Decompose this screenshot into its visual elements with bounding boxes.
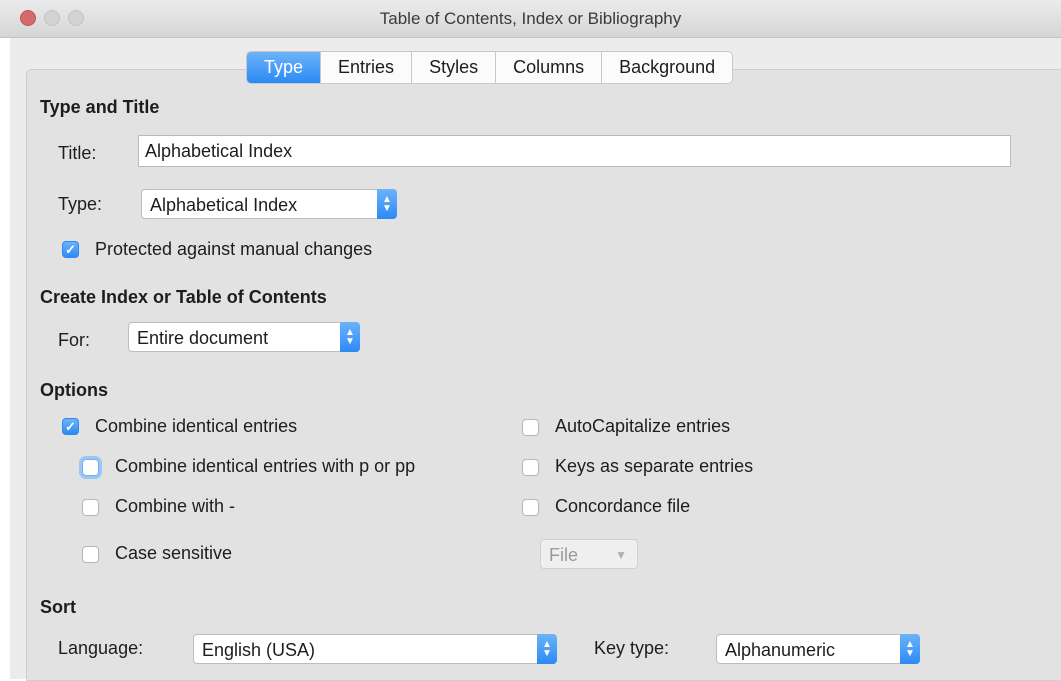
combine-with-label: Combine with - — [115, 496, 236, 516]
title-bar[interactable]: Table of Contents, Index or Bibliography — [0, 0, 1061, 38]
language-select[interactable]: English (USA) ▲ ▼ — [193, 634, 557, 664]
chevron-updown-icon: ▲ ▼ — [340, 322, 360, 352]
protected-checkbox[interactable]: ✓ — [62, 241, 79, 258]
sort-heading: Sort — [40, 597, 76, 617]
keys-separate-checkbox[interactable] — [522, 459, 539, 476]
dialog-window: Table of Contents, Index or Bibliography… — [0, 0, 1061, 681]
type-select[interactable]: Alphabetical Index ▲ ▼ — [141, 189, 397, 219]
autocapitalize-checkbox[interactable] — [522, 419, 539, 436]
tab-background[interactable]: Background — [602, 52, 732, 83]
combine-identical-checkbox[interactable]: ✓ — [62, 418, 79, 435]
for-label: For: — [58, 330, 91, 350]
window-title: Table of Contents, Index or Bibliography — [379, 9, 682, 28]
concordance-label: Concordance file — [555, 496, 691, 516]
tab-styles[interactable]: Styles — [412, 52, 497, 83]
language-label: Language: — [58, 638, 144, 658]
case-sensitive-checkbox[interactable] — [82, 546, 99, 563]
autocapitalize-label: AutoCapitalize entries — [555, 416, 731, 436]
combine-p-pp-label: Combine identical entries with p or pp — [115, 456, 416, 476]
type-label: Type: — [58, 194, 103, 214]
title-input[interactable]: Alphabetical Index — [138, 135, 1011, 167]
key-type-select-value: Alphanumeric — [725, 640, 836, 660]
keys-separate-label: Keys as separate entries — [555, 456, 754, 476]
tab-bar: Type Entries Styles Columns Background — [246, 51, 734, 84]
tab-columns[interactable]: Columns — [496, 52, 603, 83]
chevron-updown-icon: ▲ ▼ — [900, 634, 920, 664]
concordance-checkbox[interactable] — [522, 499, 539, 516]
chevron-updown-icon: ▲ ▼ — [537, 634, 557, 664]
tab-entries[interactable]: Entries — [321, 52, 413, 83]
for-select[interactable]: Entire document ▲ ▼ — [128, 322, 360, 352]
combine-p-pp-checkbox[interactable] — [82, 459, 99, 476]
window-left-edge — [0, 38, 10, 679]
file-button[interactable]: File ▼ — [540, 539, 638, 569]
combine-with-checkbox[interactable] — [82, 499, 99, 516]
create-index-heading: Create Index or Table of Contents — [40, 287, 327, 307]
key-type-select[interactable]: Alphanumeric ▲ ▼ — [716, 634, 920, 664]
chevron-down-icon: ▼ — [615, 548, 627, 562]
type-and-title-heading: Type and Title — [40, 97, 160, 117]
case-sensitive-label: Case sensitive — [115, 543, 233, 563]
title-label: Title: — [58, 143, 97, 163]
chevron-updown-icon: ▲ ▼ — [377, 189, 397, 219]
file-button-label: File — [549, 545, 579, 565]
combine-identical-label: Combine identical entries — [95, 416, 298, 436]
tab-type[interactable]: Type — [247, 52, 322, 83]
for-select-value: Entire document — [137, 328, 269, 348]
type-select-value: Alphabetical Index — [150, 195, 298, 215]
options-heading: Options — [40, 380, 108, 400]
language-select-value: English (USA) — [202, 640, 316, 660]
protected-label: Protected against manual changes — [95, 239, 373, 259]
key-type-label: Key type: — [594, 638, 670, 658]
